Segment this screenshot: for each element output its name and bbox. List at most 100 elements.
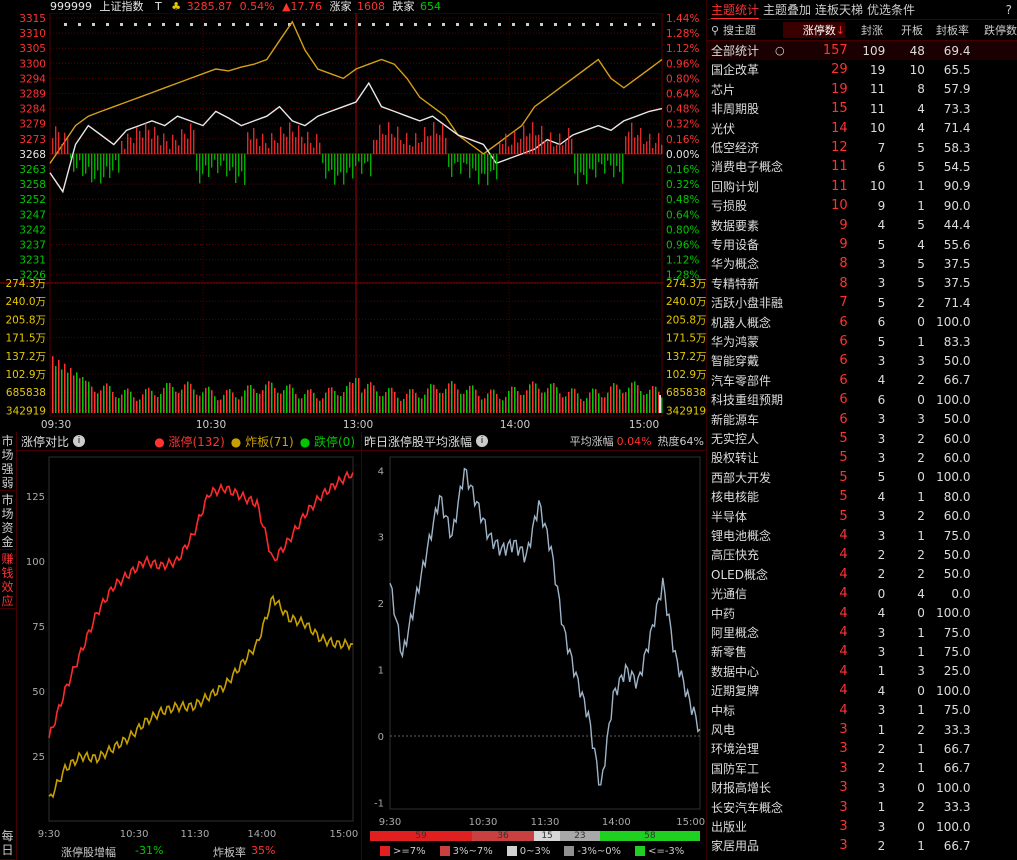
theme-row[interactable]: 科技重组预期 6 6 0 100.0 <box>707 390 1017 409</box>
side-tab-money-effect[interactable]: 赚钱效应 <box>0 550 15 609</box>
info-icon[interactable]: i <box>476 435 489 447</box>
theme-row[interactable]: 亏损股 10 9 1 90.0 <box>707 196 1017 215</box>
theme-row[interactable]: 芯片 19 11 8 57.9 <box>707 80 1017 99</box>
breadth-bar <box>91 153 93 183</box>
theme-row[interactable]: 华为概念 8 3 5 37.5 <box>707 254 1017 273</box>
search-icon[interactable]: ⚲ <box>711 24 723 37</box>
theme-name: 环境治理 <box>711 742 760 757</box>
theme-row[interactable]: OLED概念 4 2 2 50.0 <box>707 565 1017 584</box>
theme-row[interactable]: 全部统计 157 109 48 69.4 ○ <box>707 41 1017 60</box>
theme-row[interactable]: 新零售 4 3 1 75.0 <box>707 642 1017 661</box>
theme-row[interactable]: 无实控人 5 3 2 60.0 <box>707 429 1017 448</box>
col-limit-down[interactable]: 跌停数 <box>969 22 1017 38</box>
theme-name: 中标 <box>711 703 736 718</box>
theme-row[interactable]: 光伏 14 10 4 71.4 <box>707 119 1017 138</box>
seal-rate: 75.0 <box>943 644 971 659</box>
limit-count: 3 <box>839 760 848 776</box>
side-tab-strength[interactable]: 市场强弱 <box>0 432 15 491</box>
theme-row[interactable]: 中标 4 3 1 75.0 <box>707 701 1017 720</box>
side-tab-funds[interactable]: 市场资金 <box>0 491 15 550</box>
theme-row[interactable]: 核电核能 5 4 1 80.0 <box>707 487 1017 506</box>
theme-row[interactable]: 数据中心 4 1 3 25.0 <box>707 662 1017 681</box>
volume-bar <box>652 386 654 413</box>
sealed-count: 3 <box>877 703 886 718</box>
theme-row[interactable]: 环境治理 3 2 1 66.7 <box>707 739 1017 758</box>
tab-theme-overlay[interactable]: 主题叠加 <box>763 1 811 18</box>
theme-row[interactable]: 光通信 4 0 4 0.0 <box>707 584 1017 603</box>
theme-row[interactable]: 阿里概念 4 3 1 75.0 <box>707 623 1017 642</box>
breadth-bar <box>127 133 129 154</box>
theme-row[interactable]: 活跃小盘非融 7 5 2 71.4 <box>707 293 1017 312</box>
limit-count: 4 <box>839 663 848 679</box>
tab-limit-ladder[interactable]: 连板天梯 <box>815 1 863 18</box>
theme-row[interactable]: 专精特新 8 3 5 37.5 <box>707 274 1017 293</box>
volume-bar <box>109 385 111 413</box>
theme-row[interactable]: 回购计划 11 10 1 90.9 <box>707 177 1017 196</box>
col-opened[interactable]: 开板 <box>883 22 923 38</box>
volume-bar <box>619 389 621 413</box>
theme-row[interactable]: 西部大开发 5 5 0 100.0 <box>707 468 1017 487</box>
theme-row[interactable]: 高压快充 4 2 2 50.0 <box>707 545 1017 564</box>
help-icon[interactable]: ? <box>1006 3 1012 17</box>
limit-comparison-chart[interactable]: 25 50 75 100 125 9:30 10:30 11:30 14:00 15:00 <box>17 451 361 841</box>
theme-name: 风电 <box>711 723 736 737</box>
col-limit-count[interactable]: 涨停数↓ <box>783 22 845 38</box>
theme-row[interactable]: 非周期股 15 11 4 73.3 <box>707 99 1017 118</box>
sealed-count: 1 <box>877 722 886 737</box>
tab-theme-stats[interactable]: 主题统计 <box>711 1 760 19</box>
yday-avg-chart[interactable]: -1 0 1 2 3 4 9:30 10:30 11:30 14:00 15:00 <box>362 451 706 827</box>
limit-count: 29 <box>831 62 848 78</box>
theme-row[interactable]: 近期复牌 4 4 0 100.0 <box>707 681 1017 700</box>
event-marker <box>358 23 361 26</box>
breadth-bar <box>229 153 231 171</box>
theme-row[interactable]: 股权转让 5 3 2 60.0 <box>707 448 1017 467</box>
theme-row[interactable]: 华为鸿蒙 6 5 1 83.3 <box>707 332 1017 351</box>
theme-row[interactable]: 国防军工 3 2 1 66.7 <box>707 759 1017 778</box>
volume-bar <box>181 389 183 413</box>
theme-row[interactable]: 智能穿戴 6 3 3 50.0 <box>707 351 1017 370</box>
theme-row[interactable]: 锂电池概念 4 3 1 75.0 <box>707 526 1017 545</box>
theme-row[interactable]: 风电 3 1 2 33.3 <box>707 720 1017 739</box>
col-sealed[interactable]: 封涨 <box>845 22 883 38</box>
theme-search-input[interactable]: 搜主题 <box>723 22 783 38</box>
seal-rate: 37.5 <box>943 256 971 271</box>
theme-row[interactable]: 中药 4 4 0 100.0 <box>707 604 1017 623</box>
breadth-bar <box>469 153 471 179</box>
index-flag: T <box>155 0 162 13</box>
theme-row[interactable]: 汽车零部件 6 4 2 66.7 <box>707 371 1017 390</box>
theme-row[interactable]: 长安汽车概念 3 1 2 33.3 <box>707 798 1017 817</box>
theme-row[interactable]: 专用设备 9 5 4 55.6 <box>707 235 1017 254</box>
circle-icon: ○ <box>775 44 785 57</box>
event-marker <box>526 23 529 26</box>
theme-row[interactable]: 机器人概念 6 6 0 100.0 <box>707 313 1017 332</box>
side-tab-daily[interactable]: 每日 <box>0 829 15 860</box>
theme-row[interactable]: 新能源车 6 3 3 50.0 <box>707 410 1017 429</box>
seal-rate: 100.0 <box>936 392 971 407</box>
breadth-bar <box>226 153 228 177</box>
volume-bar <box>232 392 234 413</box>
opened-count: 2 <box>917 547 925 562</box>
intraday-chart[interactable]: 3315 1.44% 3310 1.28% 3305 1.12% 3300 0.96% 3294… <box>0 13 706 431</box>
breadth-bar <box>244 153 246 185</box>
theme-row[interactable]: 半导体 5 3 2 60.0 <box>707 507 1017 526</box>
info-icon[interactable]: i <box>73 435 86 447</box>
theme-row[interactable]: 低空经济 12 7 5 58.3 <box>707 138 1017 157</box>
breadth-bar <box>490 153 492 172</box>
volume-bar <box>415 392 417 413</box>
theme-row[interactable]: 家居用品 3 2 1 66.7 <box>707 836 1017 855</box>
volume-tick-label: 685838 <box>6 387 46 399</box>
col-seal-rate[interactable]: 封板率 <box>923 22 969 38</box>
theme-row[interactable]: 数据要素 9 4 5 44.4 <box>707 216 1017 235</box>
theme-row[interactable]: 出版业 3 3 0 100.0 <box>707 817 1017 836</box>
tab-preferred-conditions[interactable]: 优选条件 <box>867 1 915 18</box>
seal-rate: 100.0 <box>936 780 971 795</box>
seal-rate: 55.6 <box>943 237 971 252</box>
breadth-bar <box>223 153 225 161</box>
theme-row[interactable]: 消费电子概念 11 6 5 54.5 <box>707 157 1017 176</box>
theme-name: 高压快充 <box>711 548 760 563</box>
yday-panel-title: 昨日涨停股平均涨幅 <box>364 434 473 449</box>
breadth-bar <box>388 122 390 154</box>
event-marker <box>92 23 95 26</box>
theme-row[interactable]: 财报高增长 3 3 0 100.0 <box>707 778 1017 797</box>
theme-row[interactable]: 国企改革 29 19 10 65.5 <box>707 60 1017 79</box>
